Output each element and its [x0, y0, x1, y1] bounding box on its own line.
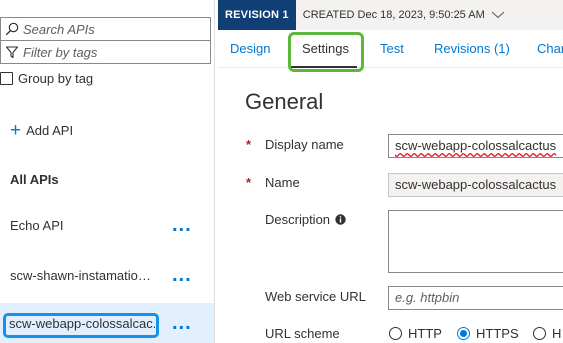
web-service-url-label: Web service URL — [265, 289, 366, 304]
api-name: scw-shawn-instamationt... — [10, 267, 158, 283]
name-field: scw-webapp-colossalcactus — [388, 173, 563, 197]
api-tabs: Design Settings Test Revisions (1) Char — [218, 30, 563, 68]
required-asterisk: * — [246, 137, 252, 152]
radio-both[interactable] — [533, 327, 546, 340]
more-options-icon[interactable]: ... — [172, 313, 192, 333]
required-asterisk: * — [246, 175, 252, 190]
filter-by-tags-box[interactable] — [0, 41, 211, 64]
name-label: Name — [265, 175, 300, 190]
info-icon[interactable] — [335, 214, 346, 225]
all-apis-heading: All APIs — [10, 172, 59, 187]
plus-icon: + — [10, 120, 22, 141]
description-label: Description — [265, 212, 331, 227]
web-service-url-placeholder: e.g. httpbin — [395, 290, 460, 305]
web-service-url-field[interactable]: e.g. httpbin — [388, 286, 563, 310]
tab-change-log[interactable]: Char — [537, 41, 563, 56]
filter-by-tags-input[interactable] — [23, 44, 203, 60]
revision-created-text: CREATED Dec 18, 2023, 9:50:25 AM — [302, 9, 485, 21]
api-name: Echo API — [10, 217, 64, 233]
selected-api-highlight — [3, 313, 159, 338]
radio-https-label: HTTPS — [476, 326, 519, 341]
api-list-item[interactable]: scw-shawn-instamationt... ... — [0, 254, 214, 296]
group-by-tag-toggle[interactable]: Group by tag — [0, 71, 93, 86]
radio-http[interactable] — [389, 327, 402, 340]
display-name-label: Display name — [265, 137, 344, 152]
tab-revisions[interactable]: Revisions (1) — [434, 41, 510, 56]
display-name-value: scw-webapp-colossalcactus — [395, 138, 557, 153]
search-apis-box[interactable] — [0, 17, 211, 41]
add-api-button[interactable]: + Add API — [10, 121, 73, 140]
tab-design[interactable]: Design — [230, 41, 270, 56]
more-options-icon[interactable]: ... — [172, 215, 192, 235]
revision-bar: REVISION 1 CREATED Dec 18, 2023, 9:50:25… — [218, 0, 563, 30]
radio-both-label: H — [552, 326, 562, 341]
url-scheme-option-both[interactable]: H — [533, 326, 561, 341]
url-scheme-option-https[interactable]: HTTPS — [457, 326, 519, 341]
url-scheme-option-http[interactable]: HTTP — [389, 326, 442, 341]
api-list-item[interactable]: Echo API ... — [0, 204, 214, 246]
display-name-field[interactable]: scw-webapp-colossalcactus — [388, 134, 563, 158]
api-list-pane: Group by tag + Add API All APIs Echo API… — [0, 0, 215, 343]
chevron-down-icon[interactable] — [491, 11, 505, 19]
more-options-icon[interactable]: ... — [172, 265, 192, 285]
description-label-row: Description — [265, 212, 346, 227]
add-api-label: Add API — [26, 123, 74, 138]
url-scheme-label: URL scheme — [265, 326, 340, 341]
search-apis-input[interactable] — [23, 21, 203, 37]
search-icon — [1, 18, 23, 40]
group-by-tag-checkbox[interactable] — [0, 72, 13, 85]
settings-tab-highlight — [288, 32, 364, 72]
name-value: scw-webapp-colossalcactus — [395, 177, 557, 192]
radio-http-label: HTTP — [408, 326, 442, 341]
filter-icon — [1, 41, 23, 63]
group-by-tag-label: Group by tag — [18, 71, 94, 86]
section-title: General — [245, 89, 324, 114]
radio-https[interactable] — [457, 327, 470, 340]
description-textarea[interactable] — [388, 210, 563, 273]
revision-badge: REVISION 1 — [218, 0, 296, 30]
tab-test[interactable]: Test — [380, 41, 404, 56]
